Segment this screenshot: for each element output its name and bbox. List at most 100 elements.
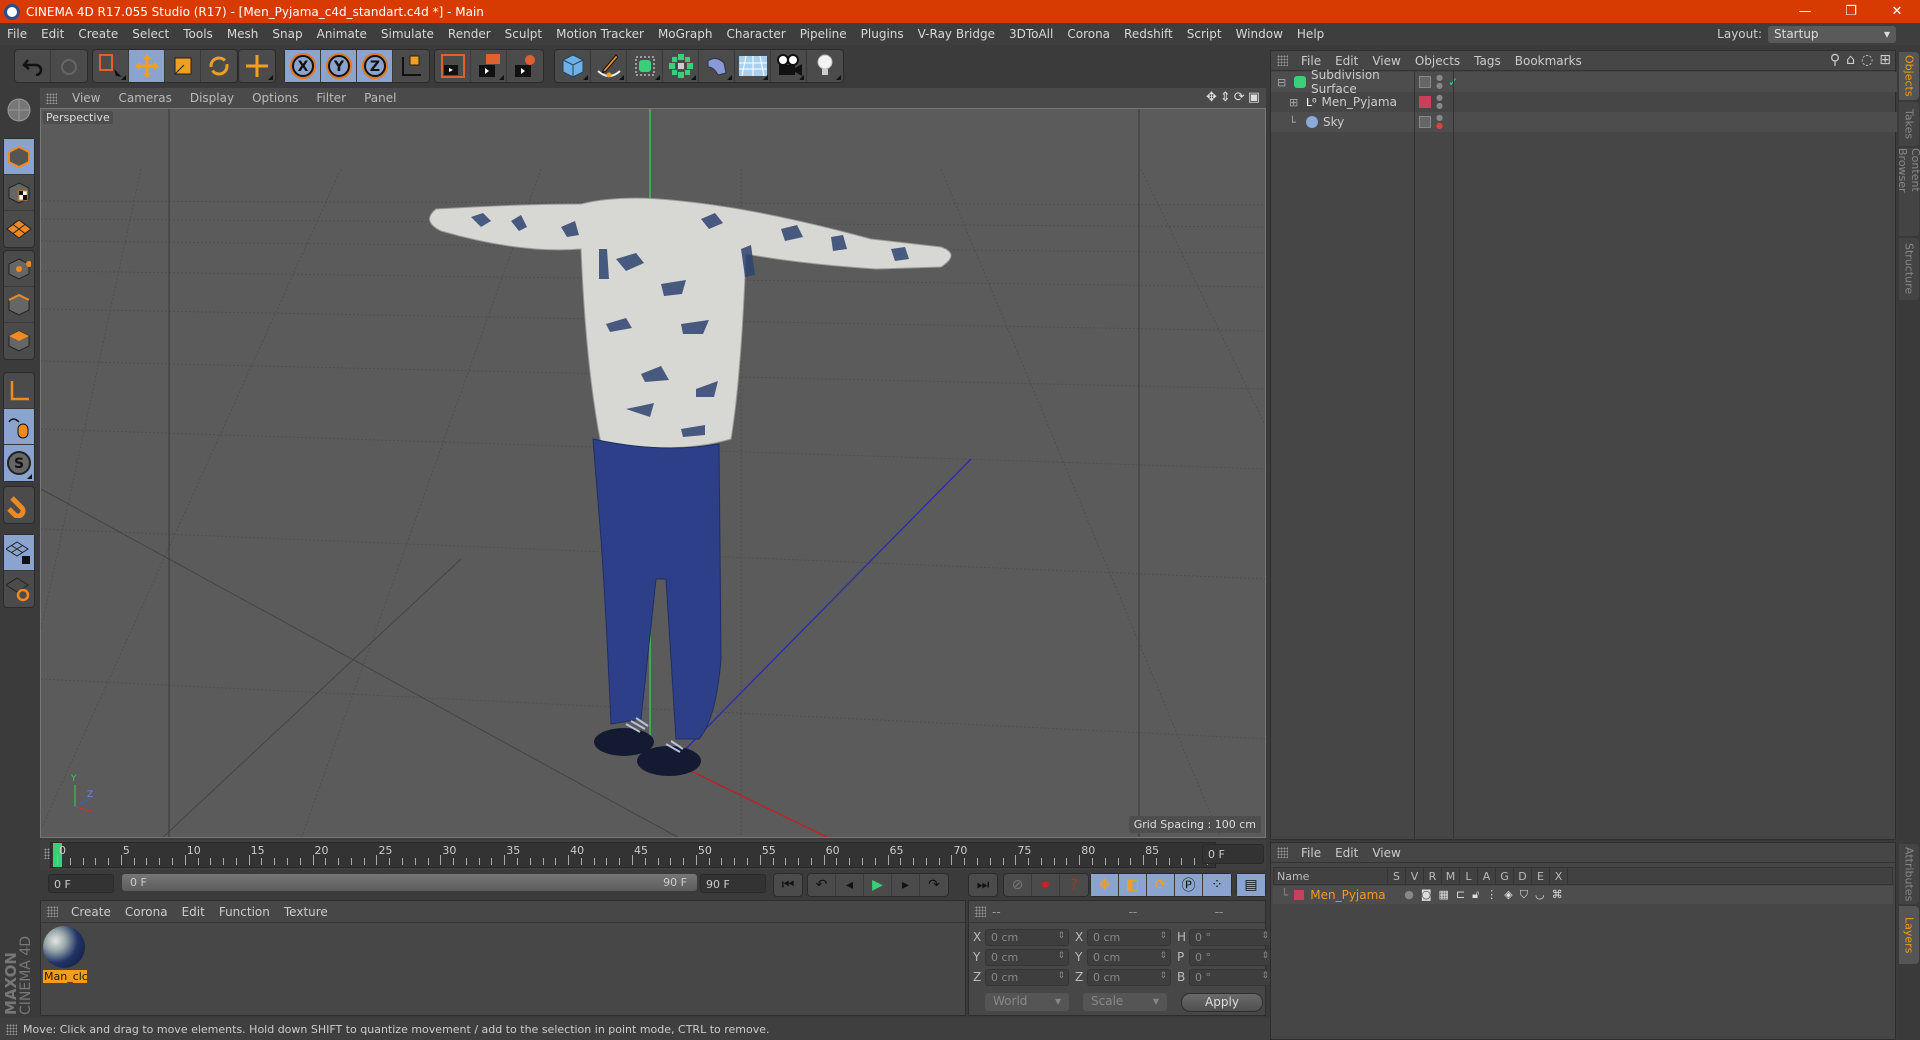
xref-icon[interactable]: ⌘	[1552, 888, 1563, 902]
column-header-v[interactable]: V	[1406, 868, 1424, 884]
record-active-objects-button[interactable]: ⏺	[1032, 874, 1060, 896]
coordinate-space-dropdown[interactable]: World ▾	[985, 993, 1069, 1011]
layer-menu-edit[interactable]: Edit	[1328, 846, 1365, 860]
column-header-d[interactable]: D	[1514, 868, 1532, 884]
column-header-name[interactable]: Name	[1274, 868, 1388, 884]
material-tag-icon[interactable]	[1419, 96, 1431, 108]
new-view-icon[interactable]: ⊞	[1879, 52, 1891, 68]
polygons-mode-button[interactable]	[4, 323, 34, 359]
visibility-dots-icon[interactable]: ● ●	[1436, 114, 1443, 130]
menu-simulate[interactable]: Simulate	[374, 27, 441, 41]
object-row[interactable]: └ Sky ● ●	[1271, 112, 1897, 132]
previous-key-button[interactable]: ↶	[808, 874, 836, 896]
layout-dropdown[interactable]: Startup ▾	[1768, 25, 1896, 43]
menu-motion-tracker[interactable]: Motion Tracker	[549, 27, 651, 41]
animation-icon[interactable]: ⋮	[1486, 888, 1497, 902]
tab-structure[interactable]: Structure	[1899, 238, 1919, 300]
zoom-view-icon[interactable]: ⇕	[1220, 90, 1231, 105]
play-button[interactable]: ▶	[864, 874, 892, 896]
panel-grip-icon[interactable]	[975, 906, 986, 917]
visibility-dots-icon[interactable]: ● ●	[1436, 74, 1443, 90]
panel-grip-icon[interactable]	[46, 92, 57, 104]
tab-content-browser[interactable]: Content Browser	[1896, 148, 1920, 236]
menu-3dtoall[interactable]: 3DToAll	[1002, 27, 1060, 41]
timeline-window-button[interactable]: ▤	[1237, 874, 1265, 896]
menu-tools[interactable]: Tools	[176, 27, 220, 41]
cube-button[interactable]	[555, 50, 591, 82]
record-parameter-button[interactable]: Ⓟ	[1175, 874, 1203, 896]
menu-select[interactable]: Select	[125, 27, 176, 41]
menu-animate[interactable]: Animate	[310, 27, 374, 41]
column-header-a[interactable]: A	[1478, 868, 1496, 884]
column-header-r[interactable]: R	[1424, 868, 1442, 884]
expand-toggle-icon[interactable]: ⊟	[1277, 76, 1289, 89]
eye-icon[interactable]: ◌	[1861, 52, 1873, 68]
rotation-b-field[interactable]: 0 °	[1189, 968, 1273, 986]
material-menu-edit[interactable]: Edit	[175, 905, 212, 919]
lock-icon[interactable]: 🔓︎	[1472, 888, 1479, 902]
material-menu-corona[interactable]: Corona	[118, 905, 175, 919]
viewport-menu-options[interactable]: Options	[243, 91, 307, 105]
tab-layers[interactable]: Layers	[1899, 906, 1919, 964]
menu-window[interactable]: Window	[1229, 27, 1290, 41]
visible-editor-icon[interactable]: ◙	[1421, 888, 1432, 902]
render-to-picture-viewer-button[interactable]	[471, 50, 507, 82]
pen-spline-button[interactable]	[591, 50, 627, 82]
size-z-field[interactable]: 0 cm	[1087, 968, 1171, 986]
tab-attributes[interactable]: Attributes	[1899, 844, 1919, 904]
solo-layer-icon[interactable]: ●	[1404, 888, 1414, 902]
generators-icon[interactable]: ◈	[1504, 888, 1512, 902]
menu-file[interactable]: File	[0, 27, 34, 41]
restore-button[interactable]: ❐	[1828, 0, 1874, 23]
move-tool-button[interactable]	[129, 50, 165, 82]
cloner-button[interactable]	[663, 50, 699, 82]
rotate-view-icon[interactable]: ⟳	[1234, 90, 1245, 105]
tweak-mode-button[interactable]	[4, 409, 34, 445]
previous-frame-button[interactable]: ◂	[836, 874, 864, 896]
manager-visibility-icon[interactable]: ⊏	[1456, 888, 1465, 902]
expand-toggle-icon[interactable]: ⊞	[1289, 96, 1301, 109]
record-point-level-button[interactable]: ⁘	[1203, 874, 1231, 896]
home-icon[interactable]: ⌂	[1846, 52, 1855, 68]
column-header-e[interactable]: E	[1532, 868, 1550, 884]
menu-mograph[interactable]: MoGraph	[651, 27, 720, 41]
next-key-button[interactable]: ↷	[920, 874, 948, 896]
workplane-align-button[interactable]	[4, 571, 34, 607]
rotation-p-field[interactable]: 0 °	[1189, 948, 1273, 966]
material-swatch[interactable]: Man_clc	[43, 926, 88, 984]
minimize-button[interactable]: —	[1782, 0, 1828, 23]
layer-tag-icon[interactable]	[1419, 76, 1431, 88]
layer-row[interactable]: └ Men_Pyjama ● ◙ ▦ ⊏ 🔓︎ ⋮ ◈ ⛉ ◡ ⌘	[1273, 886, 1893, 904]
camera-button[interactable]	[771, 50, 807, 82]
visibility-dots-icon[interactable]: ● ●	[1436, 94, 1443, 110]
floor-button[interactable]	[735, 50, 771, 82]
z-axis-lock-button[interactable]: Z	[357, 50, 393, 82]
column-header-x[interactable]: X	[1550, 868, 1568, 884]
layer-menu-file[interactable]: File	[1294, 846, 1328, 860]
position-z-field[interactable]: 0 cm	[985, 968, 1069, 986]
menu-character[interactable]: Character	[719, 27, 792, 41]
material-menu-function[interactable]: Function	[212, 905, 277, 919]
object-menu-view[interactable]: View	[1365, 54, 1407, 68]
viewport-menu-view[interactable]: View	[63, 91, 109, 105]
end-frame-field[interactable]: 90 F	[700, 874, 766, 893]
x-axis-lock-button[interactable]: X	[285, 50, 321, 82]
redo-button[interactable]	[51, 50, 87, 82]
material-menu-texture[interactable]: Texture	[277, 905, 335, 919]
preview-range-slider[interactable]: 0 F 90 F	[122, 874, 697, 891]
render-settings-button[interactable]	[507, 50, 543, 82]
light-button[interactable]	[807, 50, 843, 82]
menu-sculpt[interactable]: Sculpt	[498, 27, 549, 41]
record-rotation-button[interactable]: ⟳	[1147, 874, 1175, 896]
menu-render[interactable]: Render	[441, 27, 498, 41]
go-to-end-button[interactable]: ⏭	[969, 874, 997, 896]
panel-grip-icon[interactable]	[1277, 847, 1288, 858]
texture-mode-button[interactable]	[4, 175, 34, 211]
points-mode-button[interactable]	[4, 251, 34, 287]
object-menu-tags[interactable]: Tags	[1467, 54, 1508, 68]
layer-color-swatch[interactable]	[1294, 890, 1305, 900]
men-pyjama-model[interactable]	[429, 197, 952, 776]
coordinate-system-button[interactable]	[393, 50, 429, 82]
model-mode-button[interactable]	[4, 139, 34, 175]
menu-plugins[interactable]: Plugins	[854, 27, 911, 41]
